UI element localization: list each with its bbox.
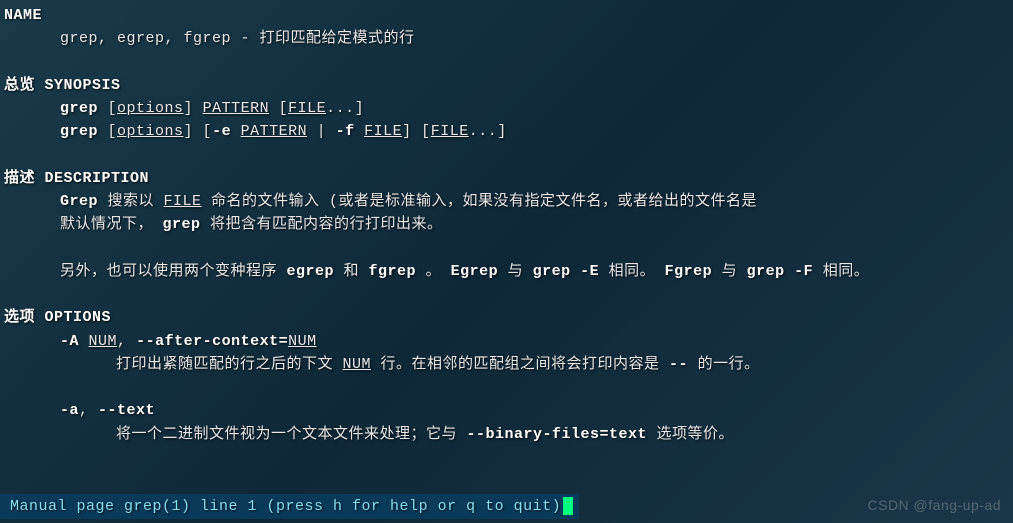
name-line: grep, egrep, fgrep - 打印匹配给定模式的行	[4, 27, 1009, 50]
description-line-2: 默认情况下， grep 将把含有匹配内容的行打印出来。	[4, 213, 1009, 236]
synopsis-line-2: grep [options] [-e PATTERN | -f FILE] [F…	[4, 120, 1009, 143]
description-line-1: Grep 搜索以 FILE 命名的文件输入 (或者是标准输入，如果没有指定文件名…	[4, 190, 1009, 213]
pager-statusbar[interactable]: Manual page grep(1) line 1 (press h for …	[0, 494, 579, 519]
section-header-options: 选项 OPTIONS	[4, 306, 1009, 329]
option-a-description: 将一个二进制文件视为一个文本文件来处理；它与 --binary-files=te…	[4, 423, 1009, 446]
statusbar-text: Manual page grep(1) line 1 (press h for …	[10, 495, 561, 518]
option-A-flag-line: -A NUM, --after-context=NUM	[4, 330, 1009, 353]
description-line-3: 另外，也可以使用两个变种程序 egrep 和 fgrep 。 Egrep 与 g…	[4, 260, 1009, 283]
section-header-description: 描述 DESCRIPTION	[4, 167, 1009, 190]
watermark-text: CSDN @fang-up-ad	[868, 495, 1002, 517]
section-header-name: NAME	[4, 4, 1009, 27]
section-header-synopsis: 总览 SYNOPSIS	[4, 74, 1009, 97]
manpage-body[interactable]: NAME grep, egrep, fgrep - 打印匹配给定模式的行 总览 …	[0, 0, 1013, 446]
synopsis-line-1: grep [options] PATTERN [FILE...]	[4, 97, 1009, 120]
cursor-icon	[563, 497, 573, 515]
option-a-flag-line: -a, --text	[4, 399, 1009, 422]
option-A-description: 打印出紧随匹配的行之后的下文 NUM 行。在相邻的匹配组之间将会打印内容是 --…	[4, 353, 1009, 376]
